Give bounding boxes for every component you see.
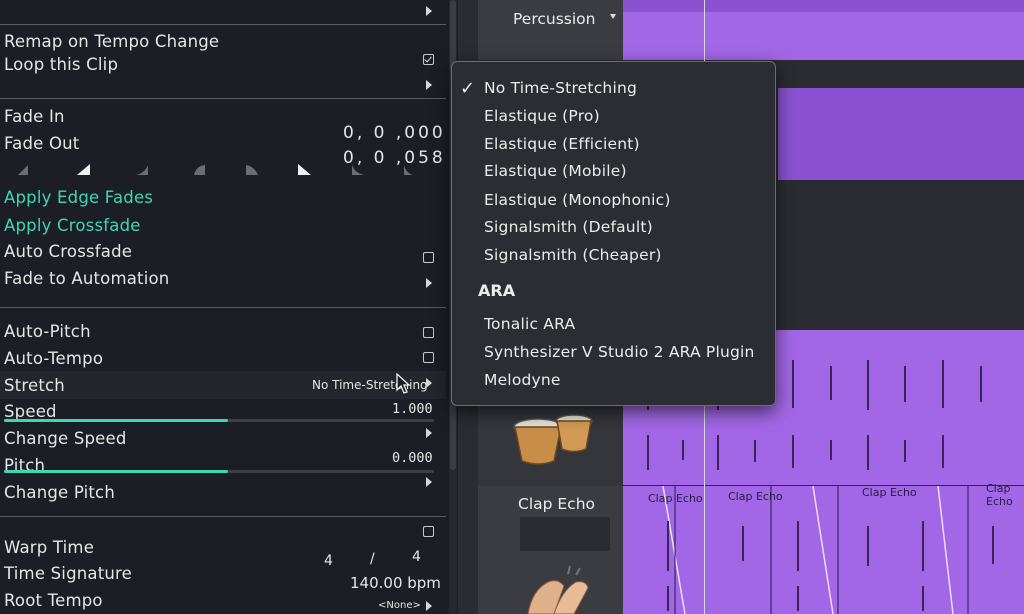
- clip-label: Clap Echo: [648, 492, 703, 505]
- stretch-label[interactable]: Stretch: [4, 376, 65, 395]
- tempo-value[interactable]: 140.00 bpm: [350, 574, 441, 592]
- menu-item-melodyne[interactable]: Melodyne: [484, 371, 561, 389]
- fade-curve-concave-icon: [194, 165, 205, 175]
- track-name-clap-echo[interactable]: Clap Echo: [518, 495, 595, 513]
- time-signature-label: Time Signature: [4, 564, 133, 583]
- pitch-slider-fill: [4, 470, 228, 473]
- fade-out-label: Fade Out: [4, 134, 80, 153]
- audio-clip[interactable]: [623, 0, 1024, 12]
- speed-slider-fill: [4, 419, 228, 422]
- fade-out-curve-selected-icon: [298, 164, 311, 175]
- time-signature-separator: /: [370, 551, 375, 567]
- submenu-arrow-icon[interactable]: [426, 477, 432, 487]
- menu-item-elastique-pro[interactable]: Elastique (Pro): [484, 107, 600, 125]
- clip-label: Clap Echo: [986, 482, 1013, 508]
- audio-clip[interactable]: [623, 12, 1024, 60]
- submenu-arrow-icon[interactable]: [426, 6, 432, 16]
- track-header-percussion[interactable]: [478, 0, 623, 60]
- menu-item-synthesizer-v[interactable]: Synthesizer V Studio 2 ARA Plugin: [484, 343, 755, 361]
- clip-inspector-panel: Remap on Tempo Change Loop this Clip Fad…: [0, 0, 450, 614]
- divider: [0, 24, 446, 25]
- submenu-arrow-icon[interactable]: [426, 278, 432, 288]
- pitch-slider[interactable]: [4, 470, 434, 473]
- fade-out-convex-icon: [352, 165, 364, 175]
- submenu-arrow-icon[interactable]: [426, 601, 432, 611]
- clip-label: Clap Echo: [728, 490, 783, 503]
- fade-curve-linear-icon: [18, 165, 28, 175]
- mouse-cursor-icon: [396, 373, 411, 394]
- menu-item-elastique-mobile[interactable]: Elastique (Mobile): [484, 162, 627, 180]
- change-speed-label[interactable]: Change Speed: [4, 429, 127, 448]
- apply-crossfade-button[interactable]: Apply Crossfade: [4, 216, 141, 235]
- auto-pitch-checkbox[interactable]: [423, 327, 434, 338]
- speed-slider[interactable]: [4, 419, 434, 422]
- change-pitch-label[interactable]: Change Pitch: [4, 483, 115, 502]
- loop-this-clip-label[interactable]: Loop this Clip: [4, 55, 118, 74]
- root-tempo-value[interactable]: <None>: [378, 600, 421, 611]
- divider: [0, 516, 446, 517]
- warp-time-label[interactable]: Warp Time: [4, 538, 94, 557]
- warp-time-checkbox[interactable]: [423, 526, 434, 537]
- time-signature-denominator[interactable]: 4: [412, 549, 421, 565]
- menu-item-elastique-efficient[interactable]: Elastique (Efficient): [484, 135, 640, 153]
- checkmark-icon: ✓: [460, 78, 476, 99]
- fade-curve-selector[interactable]: [0, 160, 446, 190]
- divider: [0, 98, 446, 99]
- pitch-value[interactable]: 0.000: [392, 450, 433, 466]
- auto-pitch-label[interactable]: Auto-Pitch: [4, 322, 91, 341]
- menu-item-signalsmith-cheaper[interactable]: Signalsmith (Cheaper): [484, 246, 662, 264]
- track-menu-chevron-icon[interactable]: [610, 14, 616, 19]
- clapping-hands-icon: [527, 565, 589, 614]
- fade-curve-selected-icon: [77, 164, 90, 175]
- bongo-drums-icon: [513, 414, 593, 465]
- menu-item-no-time-stretching[interactable]: No Time-Stretching: [484, 79, 637, 97]
- time-stretch-dropdown-menu: ✓ No Time-Stretching Elastique (Pro) Ela…: [451, 61, 776, 406]
- auto-crossfade-label[interactable]: Auto Crossfade: [4, 242, 132, 261]
- submenu-arrow-icon[interactable]: [426, 428, 432, 438]
- divider: [0, 307, 446, 308]
- fade-in-label: Fade In: [4, 107, 65, 126]
- speed-value[interactable]: 1.000: [392, 401, 433, 417]
- apply-edge-fades-button[interactable]: Apply Edge Fades: [4, 188, 153, 207]
- menu-item-elastique-monophonic[interactable]: Elastique (Monophonic): [484, 191, 671, 209]
- auto-crossfade-checkbox[interactable]: [423, 252, 434, 263]
- submenu-arrow-icon[interactable]: [426, 80, 432, 90]
- menu-item-tonalic-ara[interactable]: Tonalic ARA: [484, 315, 575, 333]
- menu-item-signalsmith-default[interactable]: Signalsmith (Default): [484, 218, 653, 236]
- auto-tempo-label[interactable]: Auto-Tempo: [4, 349, 103, 368]
- fade-in-value[interactable]: 0, 0 ,000: [343, 123, 446, 143]
- track-name-percussion[interactable]: Percussion: [513, 10, 595, 28]
- submenu-arrow-icon[interactable]: [426, 378, 432, 388]
- clip-borders-and-fades: [662, 486, 994, 614]
- track-color-swatch[interactable]: [520, 517, 610, 551]
- time-signature-numerator[interactable]: 4: [324, 553, 333, 569]
- loop-this-clip-checkbox[interactable]: [423, 54, 434, 65]
- fade-curve-convex-icon: [136, 165, 148, 175]
- audio-clip[interactable]: [778, 88, 1024, 180]
- auto-tempo-checkbox[interactable]: [423, 352, 434, 363]
- fade-to-automation-label[interactable]: Fade to Automation: [4, 269, 169, 288]
- clip-label: Clap Echo: [862, 486, 917, 499]
- root-tempo-label: Root Tempo: [4, 591, 103, 610]
- menu-section-header-ara: ARA: [478, 281, 516, 300]
- remap-on-tempo-change-label[interactable]: Remap on Tempo Change: [4, 32, 219, 51]
- fade-out-curve-icon: [246, 165, 258, 175]
- fade-out-concave-icon: [404, 165, 413, 175]
